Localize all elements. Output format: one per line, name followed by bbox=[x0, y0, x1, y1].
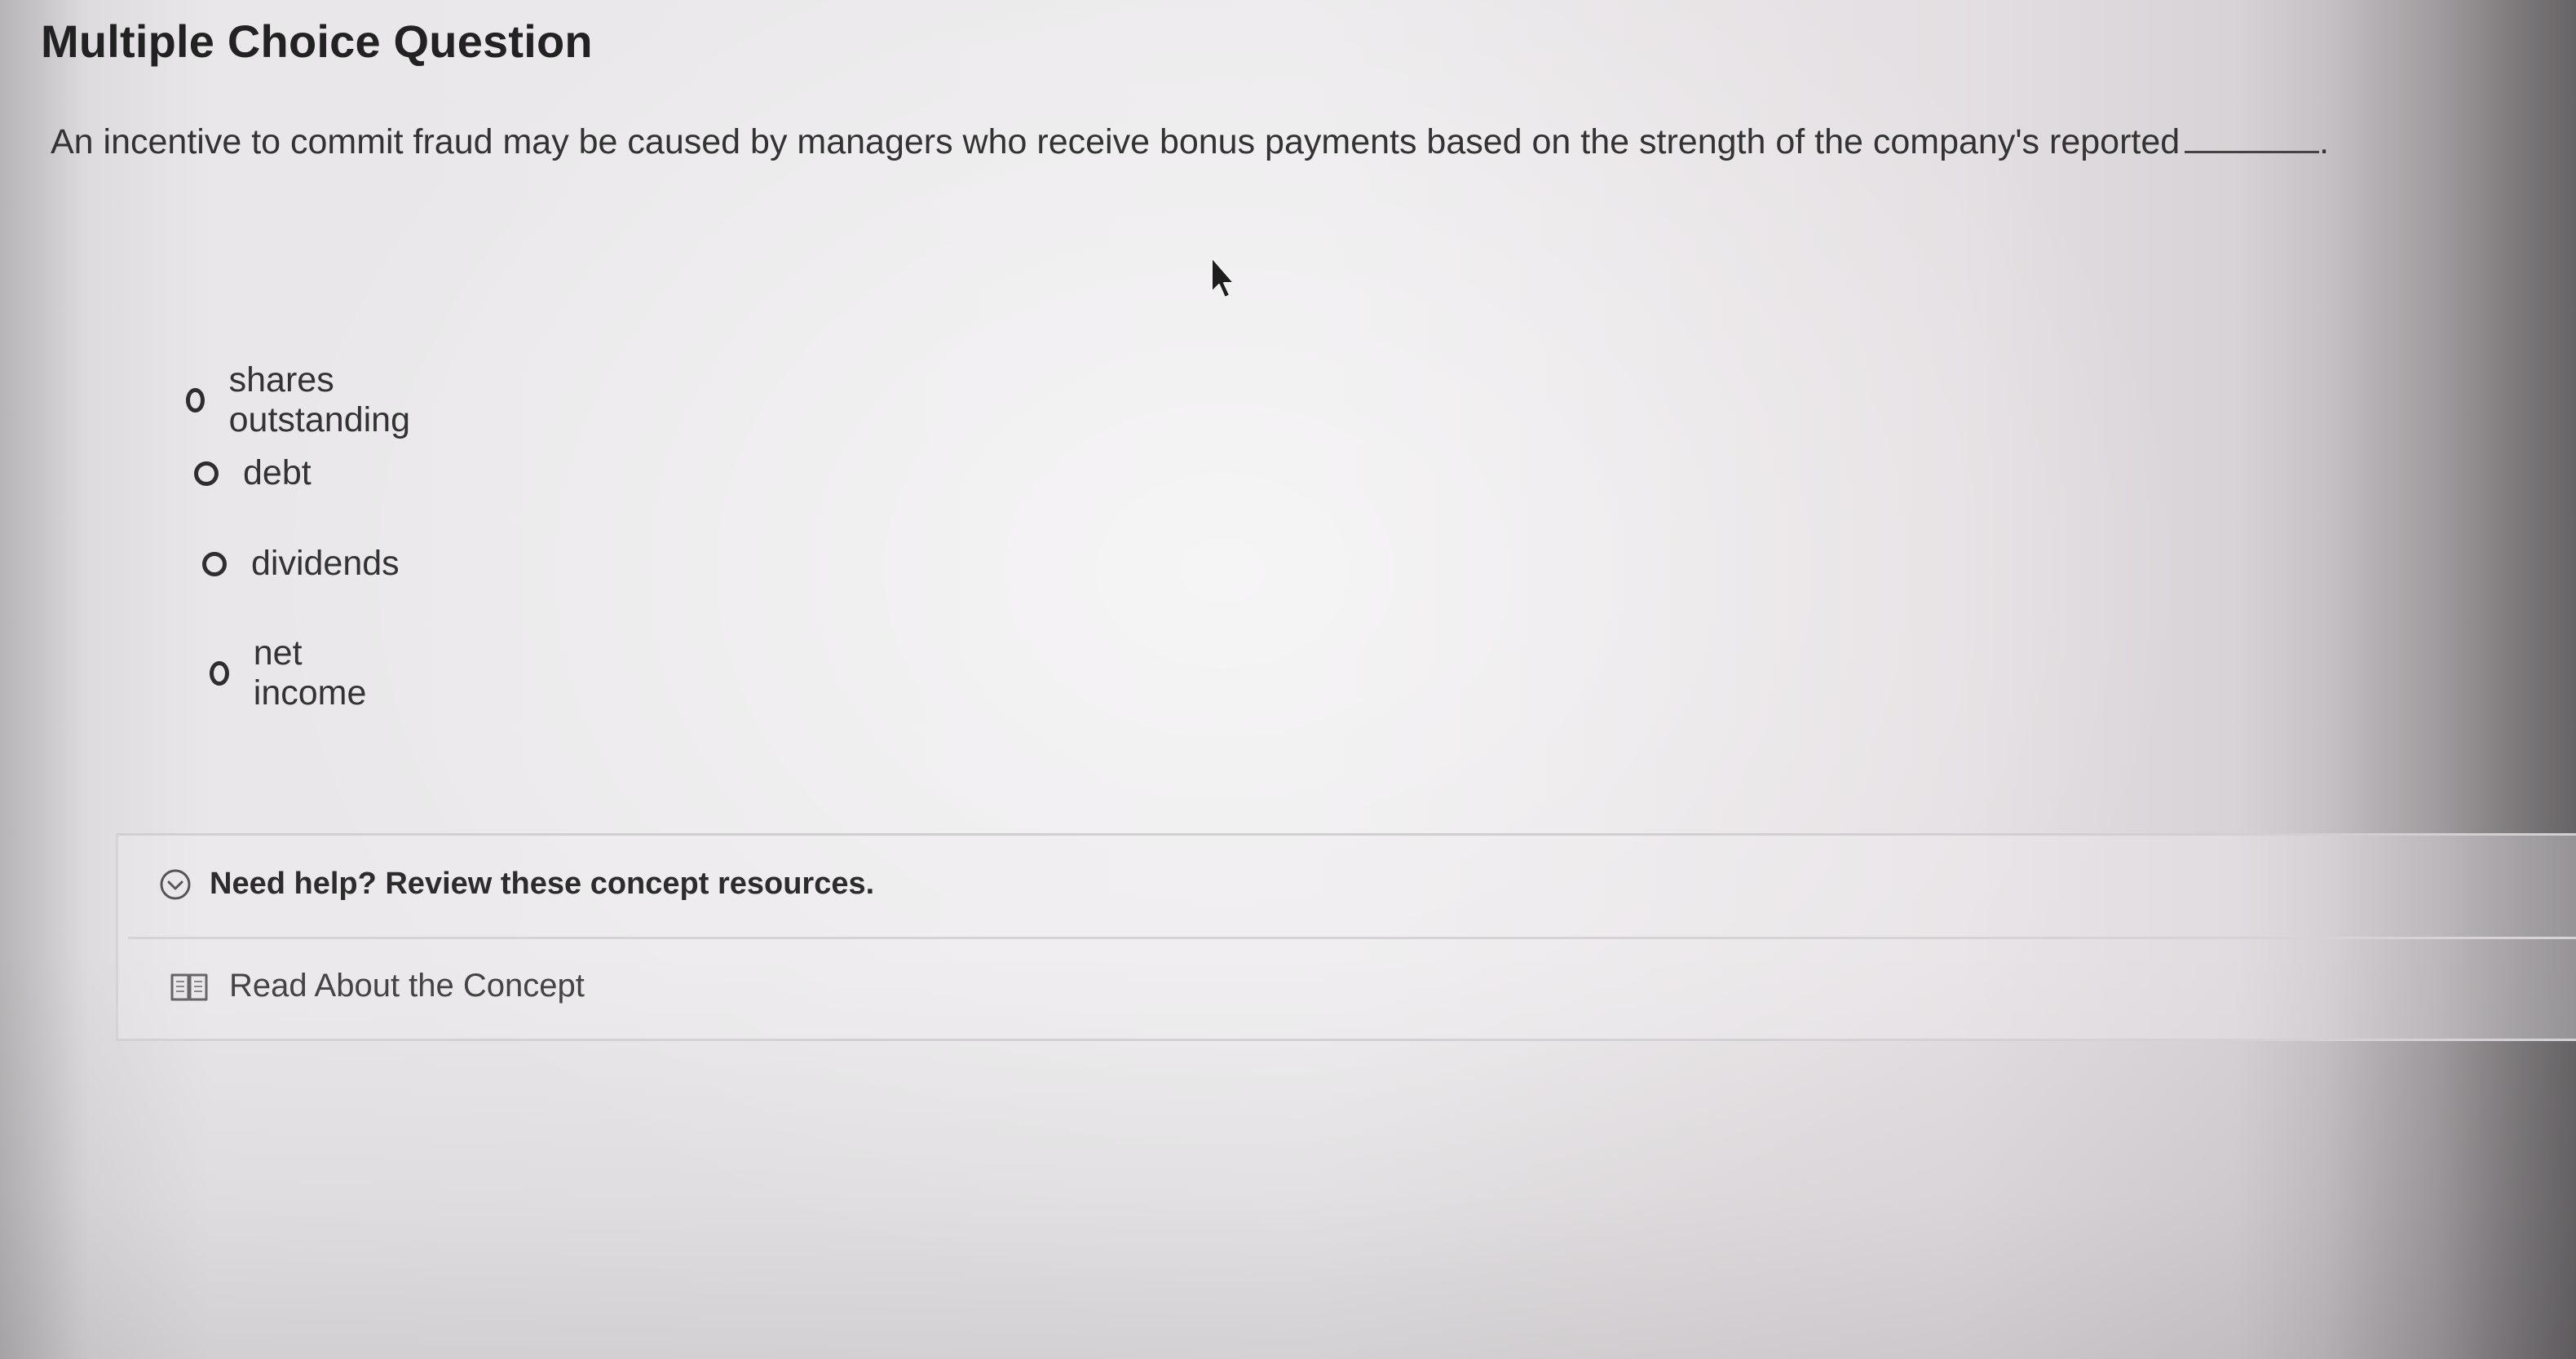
question-stem-text: An incentive to commit fraud may be caus… bbox=[51, 122, 2181, 161]
choice-net-income[interactable]: net income bbox=[210, 633, 372, 713]
mouse-cursor-icon bbox=[1211, 257, 1235, 298]
choice-label: shares outstanding bbox=[228, 360, 410, 439]
question-stem: An incentive to commit fraud may be caus… bbox=[51, 122, 2329, 162]
choice-label: debt bbox=[243, 453, 312, 492]
book-icon bbox=[170, 973, 208, 1000]
read-about-concept-label: Read About the Concept bbox=[229, 968, 585, 1004]
read-about-concept-link[interactable]: Read About the Concept bbox=[169, 968, 585, 1004]
radio-button-icon[interactable] bbox=[202, 551, 227, 576]
choice-debt[interactable]: debt bbox=[194, 453, 312, 493]
question-title: Multiple Choice Question bbox=[41, 15, 593, 67]
need-help-toggle[interactable]: Need help? Review these concept resource… bbox=[159, 867, 874, 902]
radio-button-icon[interactable] bbox=[186, 388, 205, 413]
choice-shares-outstanding[interactable]: shares outstanding bbox=[186, 360, 416, 440]
choice-dividends[interactable]: dividends bbox=[202, 544, 400, 584]
screen-shade-left bbox=[0, 0, 90, 1359]
screen-shade-right bbox=[2234, 0, 2576, 1359]
radio-button-icon[interactable] bbox=[194, 461, 219, 486]
chevron-circle-down-icon bbox=[160, 869, 191, 899]
answer-blank bbox=[2185, 123, 2320, 153]
panel-divider bbox=[128, 937, 2576, 939]
radio-button-icon[interactable] bbox=[210, 661, 229, 686]
choice-label: dividends bbox=[251, 544, 400, 583]
concept-resources-panel: Need help? Review these concept resource… bbox=[116, 833, 2576, 1041]
choice-label: net income bbox=[253, 633, 367, 713]
question-stem-end: . bbox=[2319, 122, 2330, 161]
need-help-label: Need help? Review these concept resource… bbox=[210, 867, 875, 901]
